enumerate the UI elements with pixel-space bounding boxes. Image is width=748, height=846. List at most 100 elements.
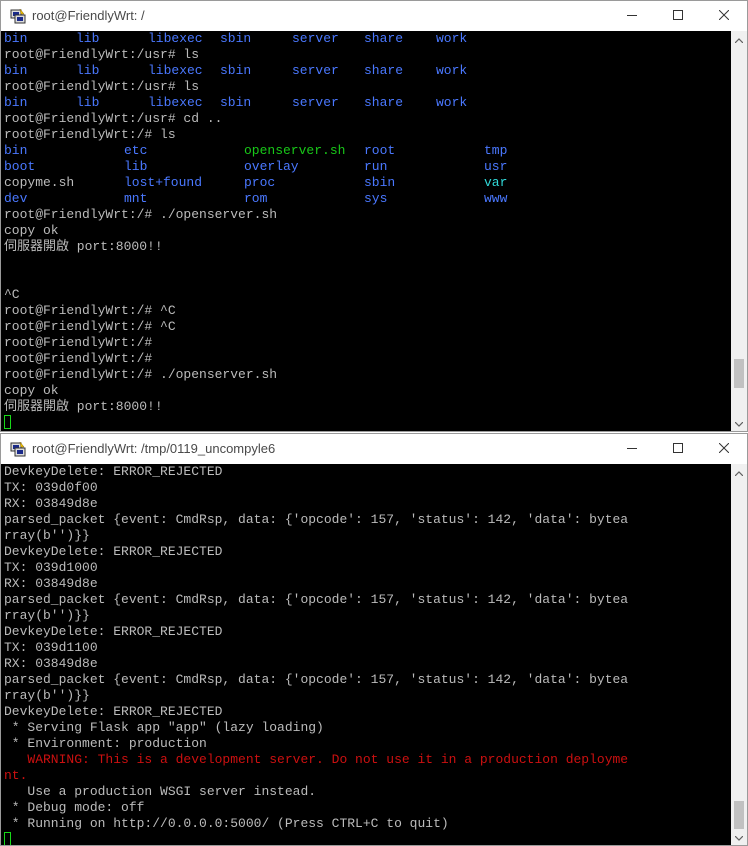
line-text: parsed_packet {event: CmdRsp, data: {'op…	[4, 672, 629, 687]
title-bar[interactable]: root@FriendlyWrt: /	[1, 1, 747, 31]
terminal-line: rray(b'')}}	[4, 528, 731, 544]
terminal-line: parsed_packet {event: CmdRsp, data: {'op…	[4, 672, 731, 688]
file-entry: bin	[4, 31, 28, 46]
terminal-line	[4, 832, 731, 845]
terminal-line: RX: 03849d8e	[4, 656, 731, 672]
maximize-button[interactable]	[655, 1, 701, 31]
maximize-button[interactable]	[655, 434, 701, 464]
line-text: root@FriendlyWrt:/#	[4, 351, 153, 366]
terminal-line	[4, 415, 731, 431]
file-entry: copyme.sh	[4, 175, 75, 190]
terminal-window-root[interactable]: root@FriendlyWrt: / bin lib libexec sbin ser…	[0, 0, 748, 432]
file-entry: usr	[484, 159, 508, 174]
terminal-line: TX: 039d1100	[4, 640, 731, 656]
line-text: * Running on http://0.0.0.0:5000/ (Press…	[4, 816, 449, 831]
terminal-line: dev mnt rom sys www	[4, 191, 731, 207]
title-bar[interactable]: root@FriendlyWrt: /tmp/0119_uncompyle6	[1, 434, 747, 464]
terminal-line: root@FriendlyWrt:/# ./openserver.sh	[4, 207, 731, 223]
line-text: root@FriendlyWrt:/# ls	[4, 127, 176, 142]
line-text: TX: 039d1100	[4, 640, 98, 655]
terminal-line: root@FriendlyWrt:/# ^C	[4, 303, 731, 319]
line-text: parsed_packet {event: CmdRsp, data: {'op…	[4, 512, 629, 527]
file-entry: work	[436, 95, 468, 110]
scroll-down-button[interactable]	[731, 829, 747, 845]
scrollbar-thumb[interactable]	[734, 359, 744, 388]
terminal-line: parsed_packet {event: CmdRsp, data: {'op…	[4, 592, 731, 608]
minimize-icon	[627, 7, 637, 25]
line-text: RX: 03849d8e	[4, 656, 98, 671]
file-entry: sbin	[220, 31, 252, 46]
file-entry: libexec	[148, 63, 203, 78]
vertical-scrollbar[interactable]	[731, 31, 747, 431]
scroll-up-button[interactable]	[731, 464, 747, 480]
terminal-window-uncompyle6[interactable]: root@FriendlyWrt: /tmp/0119_uncompyle6 D…	[0, 433, 748, 846]
file-entry: openserver.sh	[244, 143, 346, 158]
file-entry: tmp	[484, 143, 508, 158]
terminal-line: DevkeyDelete: ERROR_REJECTED	[4, 704, 731, 720]
line-text: * Debug mode: off	[4, 800, 145, 815]
terminal-line: Use a production WSGI server instead.	[4, 784, 731, 800]
line-text: 伺服器開啟 port:8000!!	[4, 239, 163, 254]
close-button[interactable]	[701, 434, 747, 464]
maximize-icon	[673, 7, 683, 25]
minimize-button[interactable]	[609, 1, 655, 31]
scroll-down-button[interactable]	[731, 415, 747, 431]
terminal-line: root@FriendlyWrt:/usr# ls	[4, 47, 731, 63]
terminal-line: nt.	[4, 768, 731, 784]
file-entry: etc	[124, 143, 148, 158]
scroll-up-button[interactable]	[731, 31, 747, 47]
line-text: DevkeyDelete: ERROR_REJECTED	[4, 464, 223, 479]
file-entry: work	[436, 31, 468, 46]
vertical-scrollbar[interactable]	[731, 464, 747, 845]
putty-icon	[10, 8, 26, 24]
line-text: * Serving Flask app "app" (lazy loading)	[4, 720, 324, 735]
close-button[interactable]	[701, 1, 747, 31]
file-entry: share	[364, 63, 404, 78]
maximize-icon	[673, 440, 683, 458]
file-entry: rom	[244, 191, 268, 206]
terminal-line: DevkeyDelete: ERROR_REJECTED	[4, 624, 731, 640]
line-text: root@FriendlyWrt:/#	[4, 335, 153, 350]
file-entry: lost+found	[124, 175, 203, 190]
terminal-line: parsed_packet {event: CmdRsp, data: {'op…	[4, 512, 731, 528]
file-entry: lib	[124, 159, 148, 174]
file-entry: share	[364, 31, 404, 46]
terminal-output[interactable]: DevkeyDelete: ERROR_REJECTED TX: 039d0f00…	[1, 464, 731, 845]
window-title: root@FriendlyWrt: /	[32, 8, 145, 23]
terminal-line: rray(b'')}}	[4, 608, 731, 624]
line-text: rray(b'')}}	[4, 608, 90, 623]
terminal-line: root@FriendlyWrt:/#	[4, 335, 731, 351]
close-icon	[718, 7, 730, 25]
file-entry: bin	[4, 95, 28, 110]
line-text: TX: 039d1000	[4, 560, 98, 575]
terminal-line: boot lib overlay run usr	[4, 159, 731, 175]
file-entry: sbin	[364, 175, 396, 190]
file-entry: dev	[4, 191, 28, 206]
line-text: root@FriendlyWrt:/# ./openserver.sh	[4, 207, 278, 222]
line-text: root@FriendlyWrt:/# ^C	[4, 319, 176, 334]
window-title: root@FriendlyWrt: /tmp/0119_uncompyle6	[32, 441, 276, 456]
line-text: Use a production WSGI server instead.	[4, 784, 317, 799]
terminal-output[interactable]: bin lib libexec sbin server share work root@Fri…	[1, 31, 731, 431]
terminal-line: * Debug mode: off	[4, 800, 731, 816]
terminal-line: DevkeyDelete: ERROR_REJECTED	[4, 544, 731, 560]
terminal-line: root@FriendlyWrt:/# ./openserver.sh	[4, 367, 731, 383]
text-cursor	[4, 415, 11, 429]
terminal-lines: DevkeyDelete: ERROR_REJECTED TX: 039d0f00…	[1, 464, 731, 845]
terminal-line: bin etc openserver.sh root tmp	[4, 143, 731, 159]
chevron-up-icon	[734, 463, 744, 481]
file-entry: sbin	[220, 63, 252, 78]
minimize-icon	[627, 440, 637, 458]
minimize-button[interactable]	[609, 434, 655, 464]
line-text: RX: 03849d8e	[4, 576, 98, 591]
line-text: root@FriendlyWrt:/# ^C	[4, 303, 176, 318]
file-entry: bin	[4, 143, 28, 158]
terminal-line: * Environment: production	[4, 736, 731, 752]
scrollbar-thumb[interactable]	[734, 801, 744, 829]
line-text: root@FriendlyWrt:/usr# ls	[4, 79, 200, 94]
terminal-line: copy ok	[4, 383, 731, 399]
file-entry: server	[292, 63, 339, 78]
file-entry: mnt	[124, 191, 148, 206]
